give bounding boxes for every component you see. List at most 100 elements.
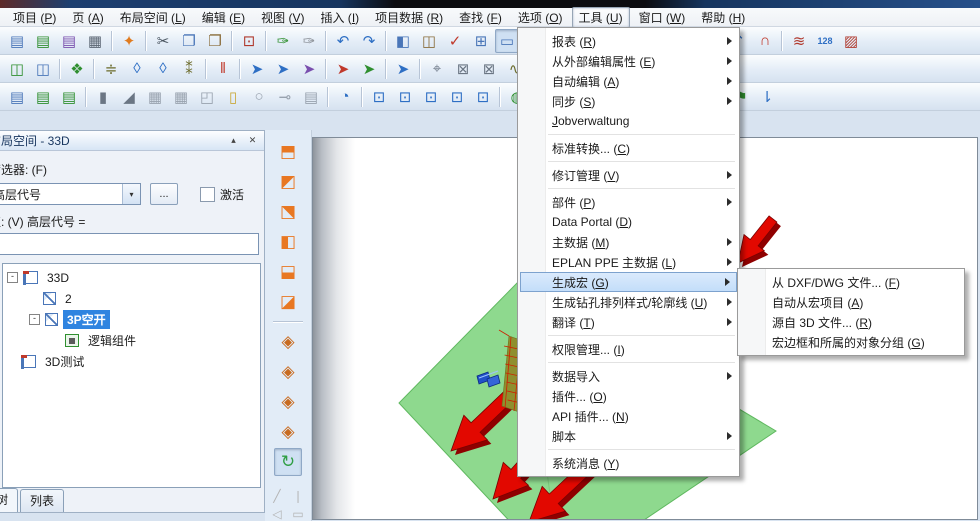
menu-item-T[interactable]: 翻译 (T) xyxy=(518,312,739,332)
workbook-icon[interactable]: ◧ xyxy=(391,29,415,53)
device-puzzle-icon[interactable]: ❖ xyxy=(65,57,89,81)
menu-item-P[interactable]: 部件 (P) xyxy=(518,192,739,212)
jump-icon[interactable]: ➤ xyxy=(357,57,381,81)
iso-view-4-icon[interactable]: ◈ xyxy=(274,418,302,446)
menu-item-N[interactable]: API 插件... (N) xyxy=(518,406,739,426)
filter-combobox[interactable]: 高层代号 ▾ xyxy=(0,183,141,205)
menu-item-S[interactable]: 同步 (S) xyxy=(518,91,739,111)
tree-item-33D[interactable]: -33D xyxy=(3,267,260,288)
menu-item-I[interactable]: 权限管理... (I) xyxy=(518,339,739,359)
handle-style-1-icon[interactable]: ⊡ xyxy=(367,85,391,109)
view-top-icon[interactable]: ⬓ xyxy=(274,258,302,286)
save-icon[interactable]: ▮ xyxy=(91,85,115,109)
menu-item-O[interactable]: 插件... (O) xyxy=(518,386,739,406)
navigator-dialog-icon[interactable]: ◫ xyxy=(5,57,29,81)
panel-close-button[interactable]: ✕ xyxy=(244,133,261,149)
iso-view-3-icon[interactable]: ◈ xyxy=(274,388,302,416)
combobox-dropdown-icon[interactable]: ▾ xyxy=(122,184,140,204)
view-bottom-icon[interactable]: ◪ xyxy=(274,288,302,316)
wrench-settings-icon[interactable]: ✦ xyxy=(117,29,141,53)
menubar-item-R[interactable]: 项目数据 (R) xyxy=(368,7,450,28)
menu-item-23[interactable]: 脚本 xyxy=(518,426,739,446)
menu-item-Y[interactable]: 系统消息 (Y) xyxy=(518,453,739,473)
window-macro-icon[interactable]: ▤ xyxy=(31,85,55,109)
menubar-item-P[interactable]: 项目 (P) xyxy=(6,7,63,28)
panel-tab-树[interactable]: 树 xyxy=(0,488,18,512)
menu-item-M[interactable]: 主数据 (M) xyxy=(518,232,739,252)
menu-item-A[interactable]: 自动编辑 (A) xyxy=(518,71,739,91)
open-project-icon[interactable]: ▤ xyxy=(31,29,55,53)
menu-item-D[interactable]: Data Portal (D) xyxy=(518,212,739,232)
interruption-point-icon[interactable]: ‖ xyxy=(211,57,235,81)
assign-format-icon[interactable]: ✑ xyxy=(297,29,321,53)
menu-item-R[interactable]: 源自 3D 文件... (R) xyxy=(738,312,964,332)
handle-style-4-icon[interactable]: ⊡ xyxy=(445,85,469,109)
table-edit-icon[interactable]: ▦ xyxy=(143,85,167,109)
goto-icon[interactable]: ➤ xyxy=(245,57,269,81)
menu-item-L[interactable]: EPLAN PPE 主数据 (L) xyxy=(518,252,739,272)
browse-button[interactable]: ... xyxy=(150,183,178,205)
new-page-icon[interactable]: ▤ xyxy=(5,29,29,53)
view-left-icon[interactable]: ⬔ xyxy=(274,198,302,226)
sheet-icon[interactable]: ▤ xyxy=(299,85,323,109)
iso-view-2-icon[interactable]: ◈ xyxy=(274,358,302,386)
layer-128-icon[interactable]: 128 xyxy=(813,29,837,53)
menubar-item-H[interactable]: 帮助 (H) xyxy=(694,7,752,28)
menubar-item-A[interactable]: 页 (A) xyxy=(65,7,110,28)
menu-item-4[interactable]: Jobverwaltung xyxy=(518,111,739,131)
handle-style-5-icon[interactable]: ⊡ xyxy=(471,85,495,109)
rotate-icon[interactable]: ⊠ xyxy=(451,57,475,81)
tree-item-2[interactable]: 2 xyxy=(3,288,260,309)
panel-tab-列表[interactable]: 列表 xyxy=(20,489,64,512)
tree-expander-minus[interactable]: - xyxy=(7,272,18,283)
menu-item-A[interactable]: 自动从宏项目 (A) xyxy=(738,292,964,312)
rotate-view-icon[interactable]: ↻ xyxy=(274,448,302,476)
copy-format-icon[interactable]: ✑ xyxy=(271,29,295,53)
terminal-strip-icon[interactable]: ◊ xyxy=(151,57,175,81)
menu-item-F[interactable]: 从 DXF/DWG 文件... (F) xyxy=(738,272,964,292)
back-icon[interactable]: ➤ xyxy=(391,57,415,81)
goto-all-representations-icon[interactable]: ➤ xyxy=(331,57,355,81)
connector-icon[interactable]: ⊸ xyxy=(273,85,297,109)
tree-expander-minus[interactable]: - xyxy=(29,314,40,325)
polyline-tool-icon[interactable]: ❘ xyxy=(289,488,307,504)
insert-window-icon[interactable]: ⊞ xyxy=(469,29,493,53)
cut-icon[interactable]: ✂ xyxy=(151,29,175,53)
connection-symbol-icon[interactable]: ≋ xyxy=(787,29,811,53)
device-connections-icon[interactable]: ≑ xyxy=(99,57,123,81)
view-right-icon[interactable]: ◧ xyxy=(274,228,302,256)
update-icon[interactable]: ◔ xyxy=(333,85,357,109)
tree-item-3P空开[interactable]: -3P空开 xyxy=(3,309,260,330)
menu-item-V[interactable]: 修订管理 (V) xyxy=(518,165,739,185)
menubar-item-U[interactable]: 工具 (U) xyxy=(572,7,630,28)
menubar-item-O[interactable]: 选项 (O) xyxy=(511,7,570,28)
symbol-macro-icon[interactable]: ▤ xyxy=(57,85,81,109)
polygon-tool-icon[interactable]: ◁ xyxy=(268,506,286,521)
bar-icon[interactable]: ▯ xyxy=(221,85,245,109)
paste-icon[interactable]: ❐ xyxy=(203,29,227,53)
menu-item-R[interactable]: 报表 (R) xyxy=(518,31,739,51)
panel-collapse-button[interactable]: ▴ xyxy=(225,133,242,149)
rectangle-tool-icon[interactable]: ▭ xyxy=(289,506,307,521)
activate-checkbox[interactable]: 激活 xyxy=(200,186,244,203)
line-tool-icon[interactable]: ╱ xyxy=(268,488,286,504)
drop-icon[interactable]: ⇂ xyxy=(755,85,779,109)
view-rear-icon[interactable]: ◩ xyxy=(274,168,302,196)
menu-item-G[interactable]: 生成宏 (G) xyxy=(520,272,737,292)
menubar-item-E[interactable]: 编辑 (E) xyxy=(195,7,252,28)
plot-frame-icon[interactable]: ▨ xyxy=(839,29,863,53)
undo-icon[interactable]: ↶ xyxy=(331,29,355,53)
table-view-icon[interactable]: ▦ xyxy=(169,85,193,109)
redo-icon[interactable]: ↷ xyxy=(357,29,381,53)
menu-item-E[interactable]: 从外部编辑属性 (E) xyxy=(518,51,739,71)
handle-style-3-icon[interactable]: ⊡ xyxy=(419,85,443,109)
tree-item-逻辑组件[interactable]: 逻辑组件 xyxy=(3,330,260,351)
menubar-item-W[interactable]: 窗口 (W) xyxy=(632,7,693,28)
menubar-item-V[interactable]: 视图 (V) xyxy=(254,7,311,28)
handle-style-2-icon[interactable]: ⊡ xyxy=(393,85,417,109)
view-front-icon[interactable]: ⬒ xyxy=(274,138,302,166)
move-base-point-icon[interactable]: ⌖ xyxy=(425,57,449,81)
print-icon[interactable]: ▦ xyxy=(83,29,107,53)
menubar-item-L[interactable]: 布局空间 (L) xyxy=(113,7,193,28)
filter-value-input[interactable] xyxy=(0,233,259,255)
